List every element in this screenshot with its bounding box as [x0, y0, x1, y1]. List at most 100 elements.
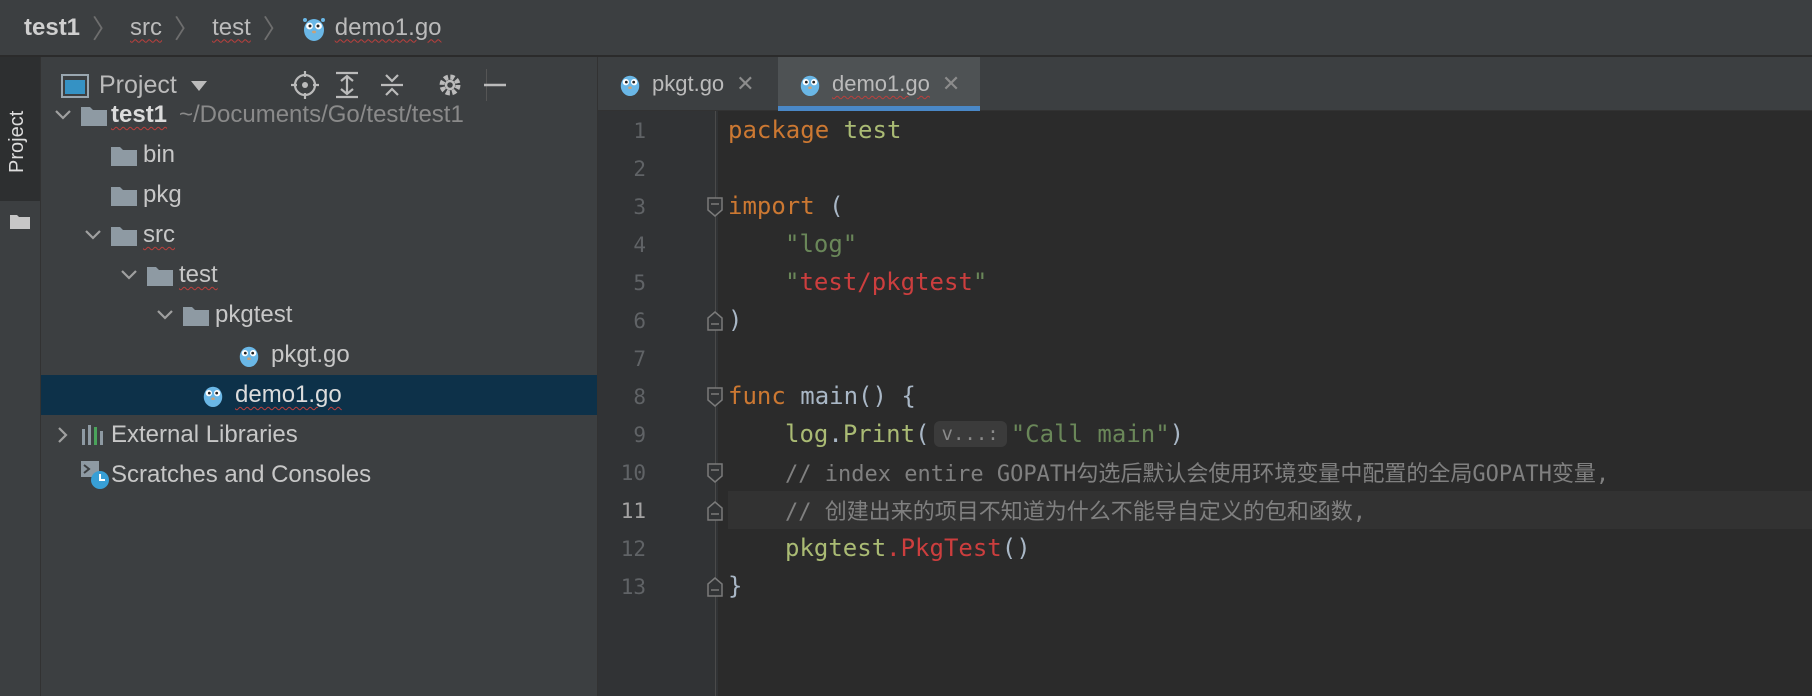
- tree-item-label: bin: [143, 141, 176, 168]
- tab-label: pkgt.go: [652, 71, 725, 96]
- line-number: 13: [620, 575, 646, 599]
- code-line: pkgtest. PkgTest(): [728, 529, 1812, 567]
- code-line: }: [728, 567, 1812, 605]
- line-number-current: 11: [620, 499, 646, 523]
- tree-item-scratches[interactable]: Scratches and Consoles: [41, 455, 597, 495]
- code-line: "log": [728, 225, 1812, 263]
- code-unresolved-function: PkgTest: [900, 534, 1002, 562]
- tab-demo1-go[interactable]: demo1.go ✕: [778, 57, 980, 111]
- code-string: ": [785, 268, 800, 296]
- code-function-name: main: [785, 382, 859, 410]
- tool-window-strip: Project: [0, 57, 41, 696]
- project-view-icon: [61, 73, 89, 98]
- libraries-icon: [82, 425, 103, 445]
- tree-item-pkg[interactable]: pkg: [41, 175, 597, 215]
- fold-end-icon[interactable]: [706, 311, 724, 331]
- tree-item-label: pkgtest: [215, 301, 293, 328]
- code-punct: () {: [858, 382, 916, 410]
- code-comment: // 创建出来的项目不知道为什么不能导自定义的包和函数,: [785, 500, 1366, 525]
- code-punct: (: [814, 192, 844, 220]
- code-package-ref: log: [785, 420, 829, 448]
- chevron-right-icon[interactable]: [53, 425, 73, 445]
- code-line: // index entire GOPATH勾选后默认会使用环境变量中配置的全局…: [728, 453, 1812, 491]
- code-punct: ): [728, 306, 743, 334]
- project-panel: Project test1 ~/Documents/Go/test/test1: [41, 57, 598, 696]
- go-gopher-icon: [239, 346, 259, 367]
- fold-end-icon[interactable]: [706, 577, 724, 597]
- go-gopher-icon: [620, 75, 640, 96]
- tree-item-demo1-go[interactable]: demo1.go: [41, 375, 597, 415]
- go-gopher-icon: [800, 75, 820, 96]
- editor-tab-bar: pkgt.go ✕ demo1.go ✕: [598, 57, 1812, 111]
- scratches-consoles-icon: [81, 461, 109, 489]
- folder-icon: [111, 226, 137, 246]
- breadcrumb-item-src[interactable]: src: [130, 14, 162, 42]
- code-line: package test: [728, 111, 1812, 149]
- tree-item-external-libraries[interactable]: External Libraries: [41, 415, 597, 455]
- breadcrumb-separator: 〉: [174, 14, 201, 44]
- tree-item-test[interactable]: test: [41, 255, 597, 295]
- code-package-ref: pkgtest: [785, 534, 887, 562]
- fold-end-icon[interactable]: [706, 501, 724, 521]
- breadcrumb-item-test1[interactable]: test1: [24, 14, 80, 42]
- tree-item-label: pkgt.go: [271, 341, 350, 368]
- fold-start-icon[interactable]: [706, 197, 724, 217]
- fold-start-icon[interactable]: [706, 463, 724, 483]
- code-string: "log": [785, 230, 858, 258]
- code-string: ": [972, 268, 988, 296]
- breadcrumb-separator: 〉: [92, 14, 119, 44]
- tab-label: demo1.go: [832, 71, 930, 96]
- code-line: log. Print(v...: "Call main"): [728, 415, 1812, 453]
- line-number: 8: [633, 385, 646, 409]
- line-number-gutter[interactable]: 1 2 3 4 5 6 7 8 9 10 11 12 13: [598, 111, 718, 696]
- close-icon[interactable]: ✕: [942, 71, 960, 97]
- tree-item-src[interactable]: src: [41, 215, 597, 255]
- folder-icon: [111, 186, 137, 206]
- code-editor[interactable]: package test import ( "log" " test/pkgtes…: [728, 111, 1812, 696]
- line-number: 3: [633, 195, 646, 219]
- line-number: 5: [633, 271, 646, 295]
- chevron-down-icon[interactable]: [119, 265, 139, 285]
- line-number: 6: [633, 309, 646, 333]
- line-number: 10: [620, 461, 646, 485]
- code-package-name: test: [829, 116, 902, 144]
- project-tool-tab[interactable]: Project: [0, 57, 40, 229]
- line-number: 12: [620, 537, 646, 561]
- close-icon[interactable]: ✕: [736, 71, 754, 97]
- tree-item-label: test1: [111, 101, 168, 128]
- chevron-down-icon[interactable]: [83, 225, 103, 245]
- code-keyword: package: [728, 116, 830, 144]
- tree-item-pkgtest[interactable]: pkgtest: [41, 295, 597, 335]
- code-function-call: Print: [842, 420, 916, 448]
- code-line: import (: [728, 187, 1812, 225]
- code-line-current: // 创建出来的项目不知道为什么不能导自定义的包和函数,: [728, 491, 1812, 529]
- line-number: 1: [633, 119, 646, 143]
- chevron-down-icon[interactable]: [53, 105, 73, 125]
- go-gopher-icon: [203, 386, 223, 407]
- breadcrumb: test1 〉 src 〉 test 〉 demo1.go: [0, 0, 1812, 56]
- folder-icon: [147, 266, 173, 286]
- tab-pkgt-go[interactable]: pkgt.go ✕: [598, 57, 778, 111]
- breadcrumb-item-test[interactable]: test: [212, 14, 251, 42]
- tree-item-label: demo1.go: [235, 381, 342, 408]
- folder-icon: [10, 215, 30, 229]
- code-punct: (: [915, 420, 930, 448]
- code-punct: (): [1001, 534, 1031, 562]
- code-punct: ): [1169, 420, 1185, 448]
- code-line: func main() {: [728, 377, 1812, 415]
- folder-icon: [81, 106, 107, 126]
- tree-item-pkgt-go[interactable]: pkgt.go: [41, 335, 597, 375]
- breadcrumb-separator: 〉: [262, 14, 289, 44]
- tree-item-test1[interactable]: test1 ~/Documents/Go/test/test1: [41, 95, 597, 135]
- line-number: 9: [633, 423, 646, 447]
- chevron-down-icon[interactable]: [155, 305, 175, 325]
- line-number: 7: [633, 347, 646, 371]
- tree-item-bin[interactable]: bin: [41, 135, 597, 175]
- fold-start-icon[interactable]: [706, 387, 724, 407]
- breadcrumb-item-demo1[interactable]: demo1.go: [301, 14, 442, 42]
- code-punct: .: [828, 420, 843, 448]
- tree-item-label: test: [179, 261, 218, 288]
- folder-icon: [111, 146, 137, 166]
- tree-item-label: src: [143, 221, 175, 248]
- dropdown-arrow-icon: [190, 80, 207, 91]
